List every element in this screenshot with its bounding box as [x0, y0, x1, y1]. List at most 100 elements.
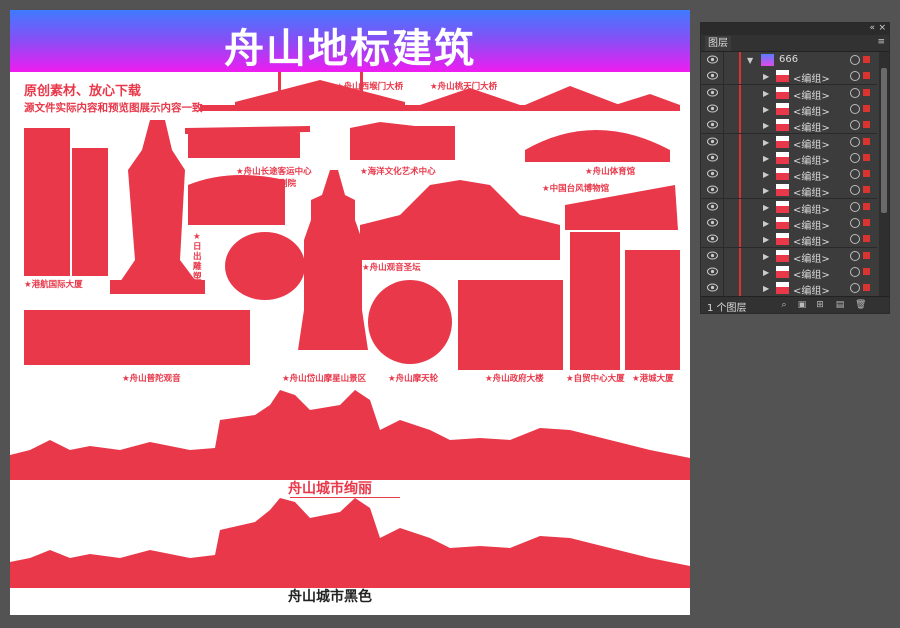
expand-right-icon[interactable]: ▶: [763, 138, 769, 147]
eye-icon[interactable]: [707, 104, 718, 113]
expand-right-icon[interactable]: ▶: [763, 268, 769, 277]
close-icon[interactable]: ×: [878, 23, 886, 33]
make-clipping-mask-icon[interactable]: ▣: [797, 300, 807, 310]
lock-column[interactable]: [723, 198, 724, 215]
eye-icon[interactable]: [707, 202, 718, 211]
group-row[interactable]: ▶ <编组>: [701, 263, 877, 281]
lock-column[interactable]: [723, 263, 724, 280]
group-row[interactable]: ▶ <编组>: [701, 215, 877, 232]
expand-right-icon[interactable]: ▶: [763, 284, 769, 293]
selection-indicator[interactable]: [863, 121, 870, 129]
group-row[interactable]: ▶ <编组>: [701, 198, 877, 216]
group-row[interactable]: ▶ <编组>: [701, 280, 877, 298]
expand-right-icon[interactable]: ▶: [763, 252, 769, 261]
expand-right-icon[interactable]: ▶: [763, 170, 769, 179]
lock-column[interactable]: [723, 166, 724, 183]
group-row[interactable]: ▶ <编组>: [701, 182, 877, 200]
target-icon[interactable]: [850, 120, 860, 131]
eye-icon[interactable]: [707, 71, 718, 80]
target-icon[interactable]: [850, 234, 860, 245]
new-sublayer-icon[interactable]: ⊞: [815, 300, 825, 310]
double-chevron-icon[interactable]: «: [869, 23, 875, 33]
eye-icon[interactable]: [707, 267, 718, 276]
lock-column[interactable]: [723, 100, 724, 117]
target-icon[interactable]: [850, 71, 860, 82]
selection-indicator[interactable]: [863, 235, 870, 243]
target-icon[interactable]: [850, 103, 860, 114]
lock-column[interactable]: [723, 182, 724, 199]
eye-icon[interactable]: [707, 137, 718, 146]
expand-right-icon[interactable]: ▶: [763, 105, 769, 114]
selection-indicator[interactable]: [863, 251, 870, 259]
tab-layers[interactable]: 图层: [705, 36, 731, 51]
group-row[interactable]: ▶ <编组>: [701, 133, 877, 151]
lock-column[interactable]: [723, 84, 724, 101]
eye-icon[interactable]: [707, 251, 718, 260]
selection-indicator[interactable]: [863, 267, 870, 275]
expand-right-icon[interactable]: ▶: [763, 154, 769, 163]
expand-right-icon[interactable]: ▶: [763, 235, 769, 244]
expand-down-icon[interactable]: ▼: [747, 56, 753, 65]
selection-indicator[interactable]: [863, 284, 870, 292]
expand-right-icon[interactable]: ▶: [763, 72, 769, 81]
group-row[interactable]: ▶ <编组>: [701, 149, 877, 167]
group-row[interactable]: ▶ <编组>: [701, 166, 877, 184]
eye-icon[interactable]: [707, 55, 718, 64]
expand-right-icon[interactable]: ▶: [763, 203, 769, 212]
target-icon[interactable]: [850, 218, 860, 228]
target-icon[interactable]: [850, 87, 860, 98]
layers-scrollbar[interactable]: [879, 52, 889, 297]
expand-right-icon[interactable]: ▶: [763, 121, 769, 130]
eye-icon[interactable]: [707, 120, 718, 129]
expand-right-icon[interactable]: ▶: [763, 186, 769, 195]
locate-object-icon[interactable]: ⌕: [779, 300, 789, 310]
lock-column[interactable]: [723, 231, 724, 248]
new-layer-icon[interactable]: ▤: [835, 300, 845, 310]
target-icon[interactable]: [850, 169, 860, 180]
selection-indicator[interactable]: [863, 219, 870, 226]
selection-indicator[interactable]: [863, 104, 870, 112]
target-icon[interactable]: [850, 185, 860, 196]
eye-icon[interactable]: [707, 153, 718, 162]
selection-indicator[interactable]: [863, 153, 870, 161]
lock-column[interactable]: [723, 117, 724, 134]
lock-column[interactable]: [723, 247, 724, 264]
expand-right-icon[interactable]: ▶: [763, 219, 769, 228]
scrollbar-thumb[interactable]: [881, 68, 887, 213]
lock-column[interactable]: [723, 215, 724, 231]
layer-row[interactable]: ▼ 666: [701, 52, 877, 69]
selection-indicator[interactable]: [863, 56, 870, 63]
selection-indicator[interactable]: [863, 137, 870, 145]
lock-column[interactable]: [723, 133, 724, 150]
panel-menu-icon[interactable]: ≡: [877, 37, 885, 47]
group-row[interactable]: ▶ <编组>: [701, 247, 877, 265]
lock-column[interactable]: [723, 280, 724, 297]
group-row[interactable]: ▶ <编组>: [701, 231, 877, 249]
target-icon[interactable]: [850, 152, 860, 163]
selection-indicator[interactable]: [863, 202, 870, 210]
group-row[interactable]: ▶ <编组>: [701, 84, 877, 102]
eye-icon[interactable]: [707, 283, 718, 292]
lock-column[interactable]: [723, 149, 724, 166]
target-icon[interactable]: [850, 283, 860, 294]
target-icon[interactable]: [850, 136, 860, 147]
eye-icon[interactable]: [707, 88, 718, 97]
selection-indicator[interactable]: [863, 72, 870, 80]
selection-indicator[interactable]: [863, 170, 870, 178]
panel-titlebar[interactable]: « ×: [701, 23, 889, 35]
expand-right-icon[interactable]: ▶: [763, 89, 769, 98]
target-icon[interactable]: [850, 266, 860, 277]
target-icon[interactable]: [850, 250, 860, 261]
target-icon[interactable]: [850, 55, 860, 65]
eye-icon[interactable]: [707, 185, 718, 194]
group-row[interactable]: ▶ <编组>: [701, 117, 877, 135]
lock-column[interactable]: [723, 52, 724, 68]
eye-icon[interactable]: [707, 234, 718, 243]
selection-indicator[interactable]: [863, 186, 870, 194]
lock-column[interactable]: [723, 68, 724, 85]
group-row[interactable]: ▶ <编组>: [701, 100, 877, 118]
eye-icon[interactable]: [707, 218, 718, 227]
group-row[interactable]: ▶ <编组>: [701, 68, 877, 86]
eye-icon[interactable]: [707, 169, 718, 178]
target-icon[interactable]: [850, 201, 860, 212]
